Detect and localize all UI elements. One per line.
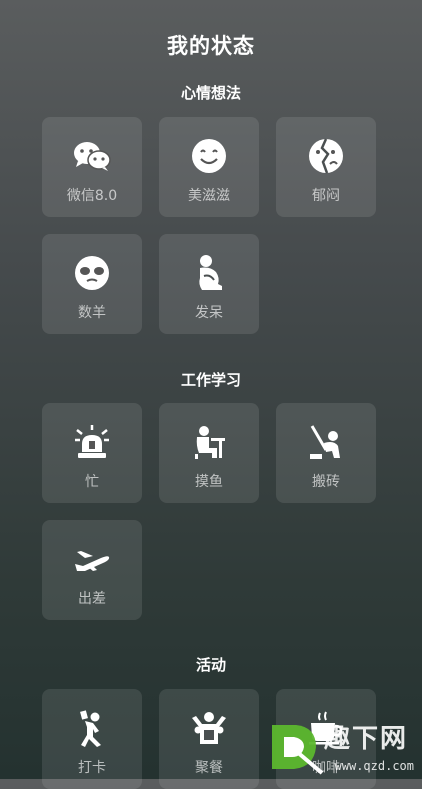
section-title-work-study: 工作学习 — [180, 371, 241, 389]
status-tile-label: 发呆 — [195, 305, 223, 321]
status-tile-label: 美滋滋 — [188, 188, 230, 204]
section-title-activities: 活动 — [195, 656, 226, 674]
smile-icon — [189, 136, 229, 176]
status-tile-wechat[interactable]: 微信8.0 — [42, 117, 142, 217]
status-tile-label: 微信8.0 — [66, 188, 118, 204]
chat-bubbles-icon — [72, 136, 112, 176]
watermark-text: 趣下网 — [323, 724, 408, 754]
status-tile-label: 郁闷 — [312, 188, 340, 204]
status-tile-slacking[interactable]: 摸鱼 — [159, 403, 259, 503]
status-tile-label: 摸鱼 — [195, 474, 223, 490]
status-tile-label: 搬砖 — [312, 474, 340, 490]
section-title-mood: 心情想法 — [180, 84, 241, 102]
daydream-person-icon — [189, 253, 229, 293]
status-tile-label: 聚餐 — [195, 760, 223, 776]
status-tile-label: 忙 — [85, 474, 99, 490]
alarm-siren-icon — [72, 422, 112, 462]
status-tile-label: 数羊 — [78, 305, 106, 321]
status-tile-check-in[interactable]: 打卡 — [42, 689, 142, 789]
status-tile-dinner-party[interactable]: 聚餐 — [159, 689, 259, 789]
person-at-desk-icon — [189, 422, 229, 462]
airplane-icon — [72, 539, 112, 579]
group-cheer-icon — [189, 708, 229, 748]
sheep-face-icon — [72, 253, 112, 293]
status-tile-grinding[interactable]: 搬砖 — [276, 403, 376, 503]
status-tile-happy[interactable]: 美滋滋 — [159, 117, 259, 217]
page-title: 我的状态 — [167, 34, 255, 58]
status-tile-daydream[interactable]: 发呆 — [159, 234, 259, 334]
gloomy-face-icon — [306, 136, 346, 176]
shovel-worker-icon — [306, 422, 346, 462]
status-tile-counting-sheep[interactable]: 数羊 — [42, 234, 142, 334]
status-tile-label: 打卡 — [78, 760, 106, 776]
status-tile-busy[interactable]: 忙 — [42, 403, 142, 503]
status-tile-business-trip[interactable]: 出差 — [42, 520, 142, 620]
watermark-url: www.qzd.com — [334, 759, 414, 773]
status-tile-label: 出差 — [78, 591, 106, 607]
status-tile-gloomy[interactable]: 郁闷 — [276, 117, 376, 217]
running-person-icon — [72, 708, 112, 748]
